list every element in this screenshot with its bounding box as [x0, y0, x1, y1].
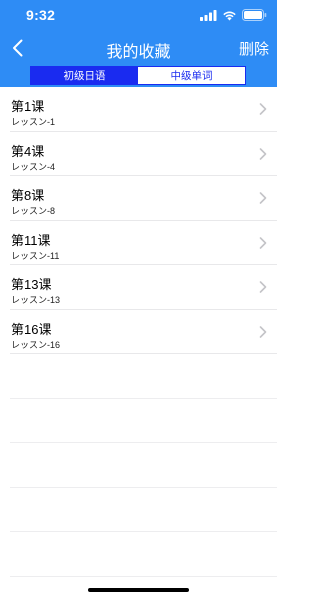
list-item[interactable]: 第13课 レッスン-13	[10, 265, 277, 310]
lesson-title: 第1课	[11, 99, 45, 114]
chevron-right-icon	[259, 281, 267, 293]
empty-row-separator	[10, 532, 277, 577]
chevron-right-icon	[259, 325, 267, 338]
lesson-subtitle: レッスン-16	[11, 339, 61, 350]
nav-bar: 我的收藏 删除	[0, 30, 277, 66]
status-time: 9:32	[26, 7, 56, 23]
empty-row-separator	[10, 354, 277, 399]
tab-beginner-japanese[interactable]: 初级日语	[31, 67, 138, 84]
list-item[interactable]: 第8课 レッスン-8	[10, 176, 277, 221]
lesson-subtitle: レッスン-4	[11, 161, 56, 172]
status-bar: 9:32	[0, 0, 277, 30]
home-indicator[interactable]	[88, 588, 189, 592]
lesson-subtitle: レッスン-11	[11, 250, 60, 261]
delete-button[interactable]: 删除	[239, 38, 269, 59]
empty-row-separator	[10, 443, 277, 488]
empty-table-rows	[10, 354, 277, 577]
battery-icon	[242, 9, 267, 21]
empty-row-separator	[10, 488, 277, 532]
lesson-title: 第13课	[11, 277, 52, 292]
lesson-subtitle: レッスン-13	[11, 295, 61, 305]
status-icons	[200, 9, 267, 21]
lesson-title: 第16课	[11, 321, 52, 337]
segmented-control: 初级日语 中级单词	[30, 66, 246, 85]
lesson-title: 第4课	[11, 143, 45, 159]
empty-row-separator	[10, 399, 277, 443]
list-item[interactable]: 第1课 レッスン-1	[10, 87, 277, 132]
chevron-right-icon	[259, 192, 267, 204]
chevron-right-icon	[259, 147, 267, 160]
lesson-subtitle: レッスン-1	[11, 117, 56, 127]
favorites-list: 第1课 レッスン-1 第4课 レッスン-4 第8课 レッスン-8 第11课 レッ…	[0, 87, 277, 354]
lesson-subtitle: レッスン-8	[11, 206, 56, 216]
list-item[interactable]: 第4课 レッスン-4	[10, 132, 277, 176]
header: 9:32 我的收藏 删除 初级日语 中级单词	[0, 0, 277, 87]
signal-icon	[200, 9, 217, 21]
chevron-right-icon	[259, 103, 267, 115]
chevron-right-icon	[259, 236, 267, 249]
lesson-title: 第8课	[11, 188, 45, 203]
tab-intermediate-words[interactable]: 中级单词	[138, 67, 245, 84]
lesson-title: 第11课	[11, 232, 51, 248]
list-item[interactable]: 第16课 レッスン-16	[10, 310, 277, 354]
page-title: 我的收藏	[106, 44, 171, 61]
list-item[interactable]: 第11课 レッスン-11	[10, 221, 277, 265]
wifi-icon	[223, 11, 236, 20]
